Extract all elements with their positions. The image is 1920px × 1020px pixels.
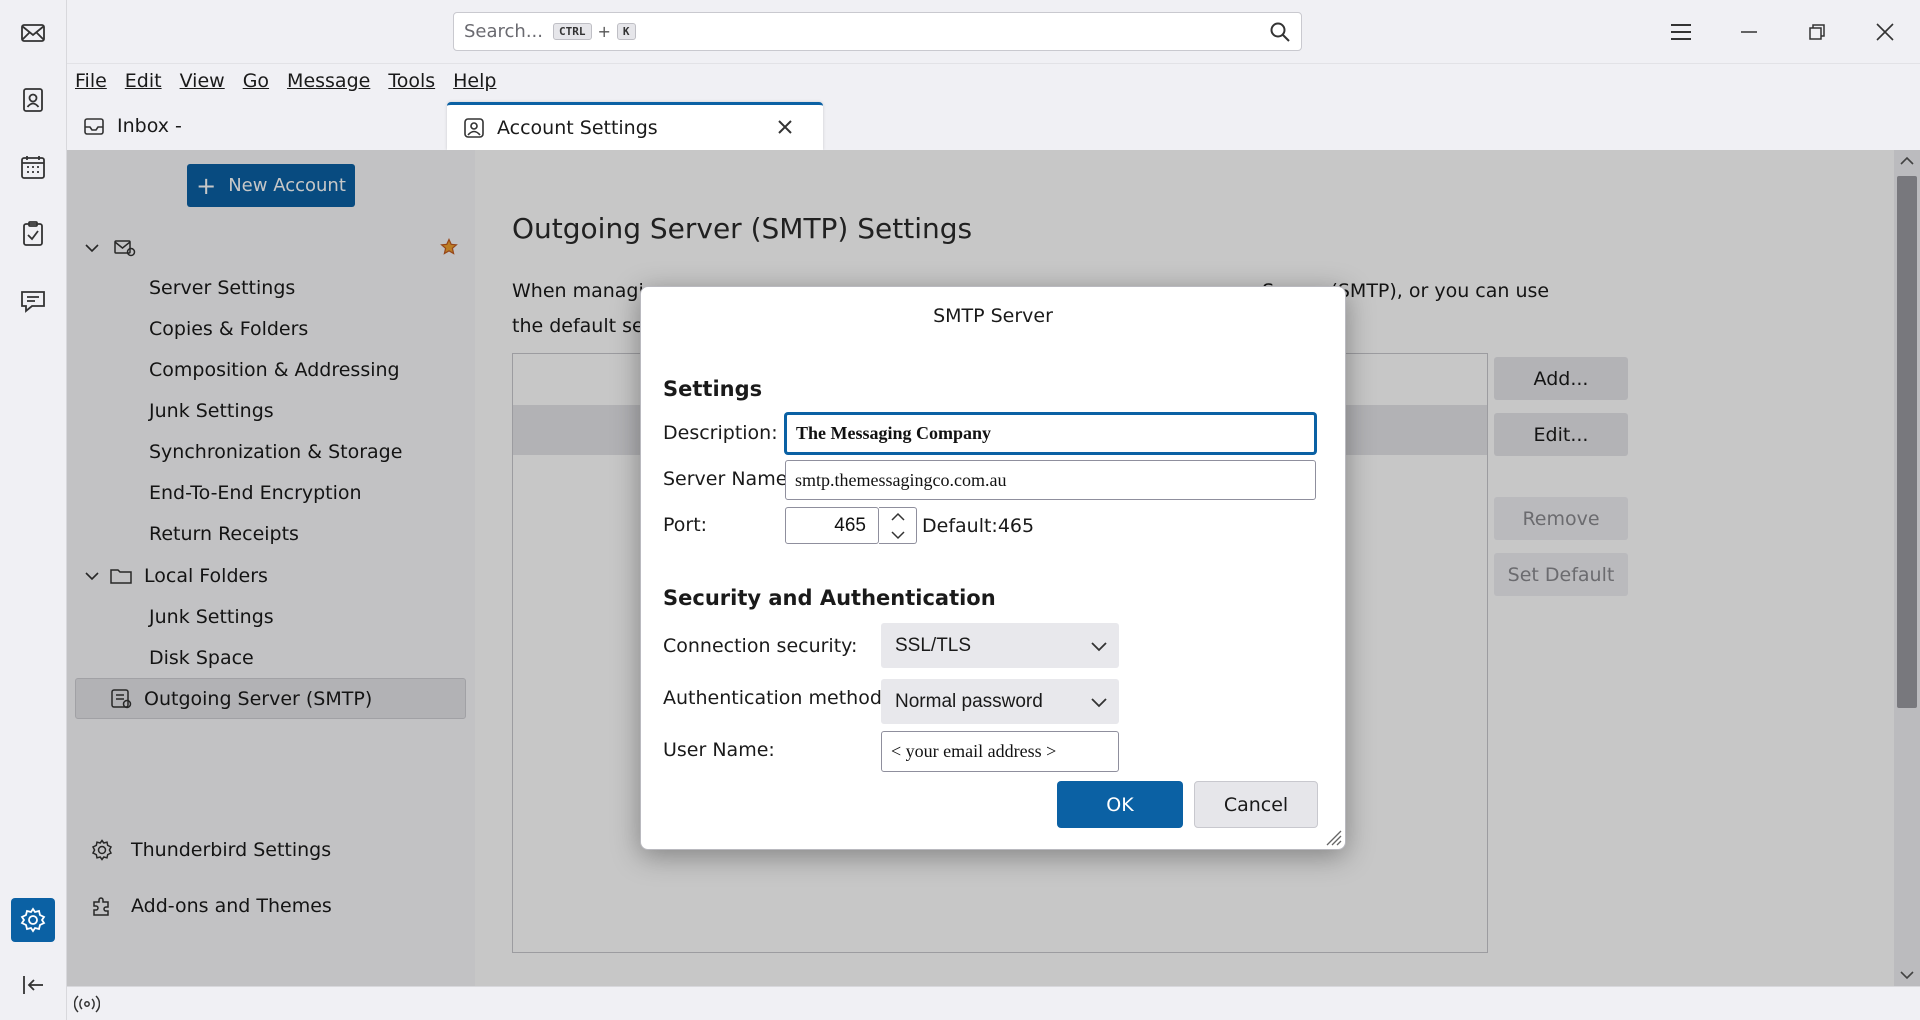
connection-security-select[interactable]: SSL/TLS [881, 623, 1119, 668]
calendar-icon[interactable] [13, 147, 53, 187]
spaces-toolbar [0, 0, 67, 1020]
chat-icon[interactable] [13, 281, 53, 321]
chevron-down-icon[interactable] [890, 530, 906, 540]
connection-security-label: Connection security: [663, 635, 858, 657]
menu-go[interactable]: Go [243, 70, 269, 92]
tasks-icon[interactable] [13, 214, 53, 254]
dialog-title: SMTP Server [933, 305, 1053, 327]
menu-edit[interactable]: Edit [125, 70, 162, 92]
description-input[interactable]: The Messaging Company [785, 413, 1316, 454]
smtp-server-dialog: SMTP Server Settings Description: The Me… [640, 286, 1346, 850]
port-label: Port: [663, 514, 708, 536]
address-book-icon[interactable] [13, 80, 53, 120]
search-input[interactable]: Search... CTRL + K [453, 12, 1302, 51]
search-placeholder: Search... [464, 21, 544, 42]
authentication-method-label: Authentication method: [663, 687, 889, 709]
description-label: Description: [663, 422, 778, 444]
shortcut-plus: + [597, 22, 611, 41]
collapse-toolbar-icon[interactable] [13, 965, 53, 1005]
port-stepper[interactable] [879, 507, 917, 544]
shortcut-k: K [616, 23, 636, 40]
menu-file[interactable]: File [75, 70, 107, 92]
server-name-input[interactable]: smtp.themessagingco.com.au [785, 460, 1316, 500]
resize-grip-icon[interactable] [1322, 826, 1342, 846]
settings-gear-icon[interactable] [11, 898, 55, 942]
cancel-button[interactable]: Cancel [1194, 781, 1318, 828]
menu-view[interactable]: View [180, 70, 225, 92]
tab-inbox[interactable]: Inbox - [67, 102, 447, 150]
restore-icon[interactable] [1799, 14, 1835, 50]
security-heading: Security and Authentication [663, 586, 996, 610]
port-default-text: Default:465 [922, 515, 1035, 537]
online-status-icon[interactable] [74, 994, 100, 1014]
close-window-icon[interactable] [1867, 14, 1903, 50]
authentication-method-select[interactable]: Normal password [881, 679, 1119, 724]
shortcut-ctrl: CTRL [553, 23, 592, 40]
status-bar [67, 986, 1920, 1020]
chevron-down-icon [1091, 642, 1107, 652]
inbox-icon [84, 118, 104, 135]
menu-message[interactable]: Message [287, 70, 370, 92]
minimize-icon[interactable] [1731, 14, 1767, 50]
port-input[interactable]: 465 [785, 507, 879, 544]
chevron-down-icon [1091, 698, 1107, 708]
server-name-label: Server Name: [663, 468, 794, 490]
settings-heading: Settings [663, 377, 763, 401]
user-name-input[interactable]: < your email address > [881, 731, 1119, 772]
tab-close-icon[interactable] [773, 115, 797, 139]
app-menu-icon[interactable] [1663, 14, 1699, 50]
tab-account-label: Account Settings [497, 116, 658, 139]
menu-help[interactable]: Help [453, 70, 496, 92]
chevron-up-icon[interactable] [890, 512, 906, 522]
user-name-label: User Name: [663, 739, 775, 761]
ok-button[interactable]: OK [1057, 781, 1183, 828]
tab-bar: Inbox - Account Settings [67, 98, 1920, 150]
tab-account-settings[interactable]: Account Settings [447, 102, 823, 150]
menu-tools[interactable]: Tools [388, 70, 435, 92]
menu-bar: File Edit View Go Message Tools Help [67, 63, 1920, 98]
account-settings-icon [464, 117, 484, 138]
mail-icon[interactable] [13, 13, 53, 53]
tab-inbox-label: Inbox - [117, 115, 182, 137]
search-icon[interactable] [1269, 21, 1291, 43]
